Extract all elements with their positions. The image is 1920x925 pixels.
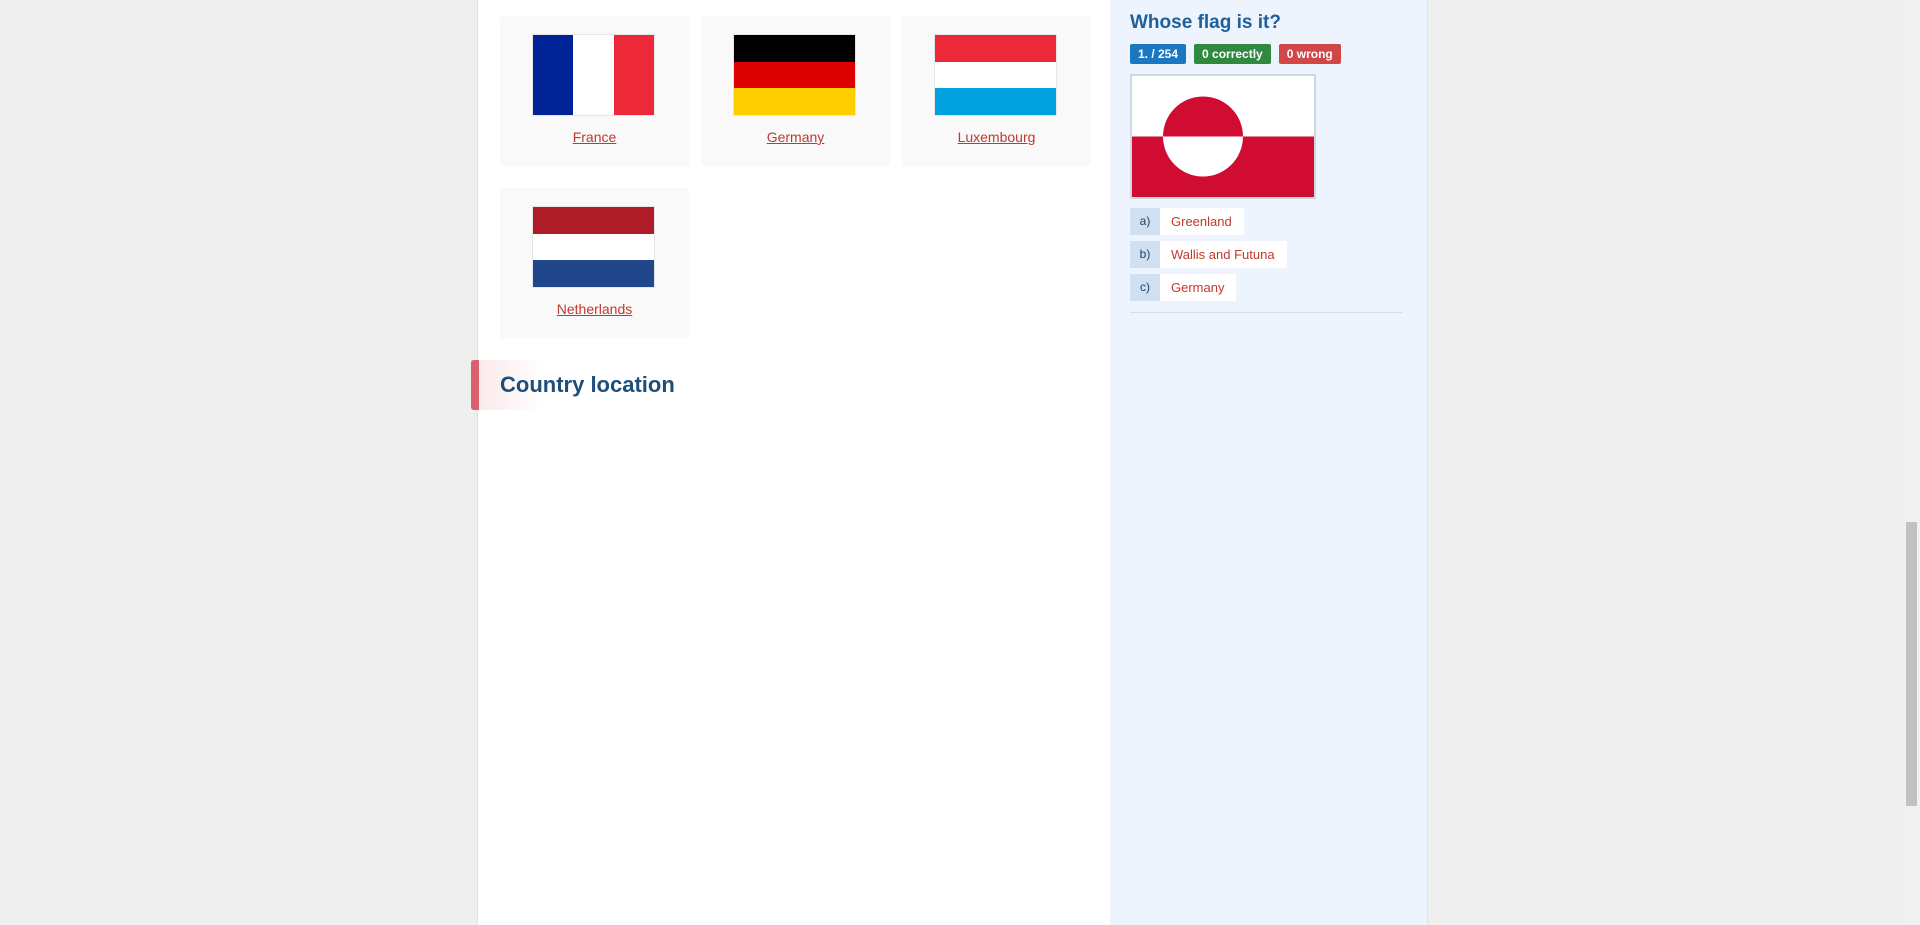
flag-card-luxembourg[interactable]: Luxembourg xyxy=(902,16,1091,166)
quiz-title: Whose flag is it? xyxy=(1130,12,1281,33)
main-column: France Germany Luxembourg Netherlands Co… xyxy=(471,0,1110,925)
page-scrollbar[interactable] xyxy=(1903,0,1920,925)
sidebar-divider xyxy=(1130,312,1402,313)
quiz-score-badges: 1. / 254 0 correctly 0 wrong xyxy=(1130,44,1341,64)
answer-list: a) Greenland b) Wallis and Futuna c) Ger… xyxy=(1130,208,1287,307)
flag-card-netherlands[interactable]: Netherlands xyxy=(500,188,689,338)
flag-name-link[interactable]: Germany xyxy=(701,129,890,145)
answer-option-c[interactable]: c) Germany xyxy=(1130,274,1287,301)
flag-france-image[interactable] xyxy=(533,35,654,115)
answer-option-b[interactable]: b) Wallis and Futuna xyxy=(1130,241,1287,268)
flag-card-france[interactable]: France xyxy=(500,16,689,166)
flag-card-germany[interactable]: Germany xyxy=(701,16,890,166)
flag-luxembourg-image[interactable] xyxy=(935,35,1056,116)
page-content: France Germany Luxembourg Netherlands Co… xyxy=(471,0,1428,925)
flag-name-link[interactable]: Luxembourg xyxy=(902,129,1091,145)
flag-name-link[interactable]: Netherlands xyxy=(500,301,689,317)
flag-netherlands-image[interactable] xyxy=(533,207,654,288)
flag-germany-image[interactable] xyxy=(734,35,855,116)
scrollbar-thumb[interactable] xyxy=(1906,522,1917,806)
wrong-count-badge: 0 wrong xyxy=(1278,44,1341,64)
flag-name-link[interactable]: France xyxy=(500,129,689,145)
answer-letter: c) xyxy=(1130,274,1160,301)
answer-text[interactable]: Germany xyxy=(1160,274,1237,301)
section-accent-bar xyxy=(471,360,479,410)
quiz-flag-image xyxy=(1130,74,1316,199)
answer-option-a[interactable]: a) Greenland xyxy=(1130,208,1287,235)
answer-letter: b) xyxy=(1130,241,1160,268)
quiz-sidebar: Whose flag is it? 1. / 254 0 correctly 0… xyxy=(1110,0,1427,925)
section-title: Country location xyxy=(500,372,675,397)
answer-text[interactable]: Greenland xyxy=(1160,208,1244,235)
answer-letter: a) xyxy=(1130,208,1160,235)
section-heading-country-location: Country location xyxy=(471,360,691,410)
greenland-flag-icon xyxy=(1132,76,1314,197)
correct-count-badge: 0 correctly xyxy=(1194,44,1271,64)
progress-badge: 1. / 254 xyxy=(1130,44,1187,64)
answer-text[interactable]: Wallis and Futuna xyxy=(1160,241,1287,268)
